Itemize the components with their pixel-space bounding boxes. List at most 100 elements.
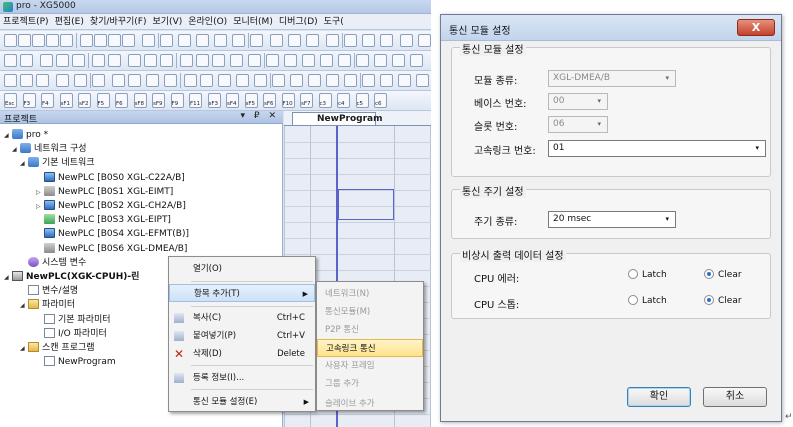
menu-item[interactable]: 온라인(O) <box>185 14 230 30</box>
toolbar-button[interactable] <box>416 74 429 87</box>
toolbar-button[interactable] <box>160 34 173 47</box>
toolbar-button[interactable] <box>356 54 369 67</box>
toolbar-button[interactable] <box>160 54 173 67</box>
toolbar-button[interactable] <box>92 74 105 87</box>
dialog-close-button[interactable]: X <box>737 19 775 36</box>
expand-arrow-icon[interactable]: ▷ <box>36 185 44 200</box>
toolbar-button[interactable] <box>72 54 85 67</box>
toolbar-button[interactable] <box>144 54 157 67</box>
toolbar-button[interactable] <box>400 34 413 47</box>
toolbar-button[interactable] <box>128 54 141 67</box>
expand-arrow-icon[interactable]: ◢ <box>20 298 28 313</box>
cpu-stop-latch-radio[interactable]: Latch <box>628 295 667 306</box>
context-menu-item[interactable]: ✕ 삭제(D) Delete <box>169 345 315 363</box>
toolbar-button[interactable] <box>56 74 69 87</box>
tree-item[interactable]: ◢ 네트워크 구성 <box>12 142 87 157</box>
toolbar-button[interactable] <box>344 34 357 47</box>
expand-arrow-icon[interactable]: ◢ <box>12 142 20 157</box>
tree-item[interactable]: ▷ NewPLC [B0S2 XGL-CH2A/B] <box>36 199 186 214</box>
expand-arrow-icon[interactable]: ◢ <box>4 128 12 143</box>
menu-item[interactable]: 디버그(D) <box>276 14 321 30</box>
toolbar-button[interactable] <box>18 34 31 47</box>
toolbar-button[interactable] <box>108 54 121 67</box>
toolbar-button[interactable] <box>20 74 33 87</box>
menu-item[interactable]: 프로젝트(P) <box>0 14 52 30</box>
toolbar-button[interactable] <box>254 74 267 87</box>
toolbar-button[interactable] <box>306 34 319 47</box>
context-menu-item[interactable]: 등록 정보(I)... <box>169 369 315 387</box>
toolbar-button[interactable] <box>272 74 285 87</box>
panel-controls[interactable]: ▾ ₽ ✕ <box>240 111 279 121</box>
menu-item[interactable]: 도구( <box>321 14 347 30</box>
tree-item[interactable]: ◢ NewPLC(XGK-CPUH)-린 <box>4 270 139 285</box>
toolbar-button[interactable] <box>92 54 105 67</box>
toolbar-button[interactable] <box>122 34 135 47</box>
toolbar-button[interactable] <box>344 74 357 87</box>
toolbar-button[interactable] <box>142 34 155 47</box>
toolbar-button[interactable] <box>4 34 17 47</box>
toolbar-button[interactable] <box>108 34 121 47</box>
toolbar-button[interactable] <box>128 74 141 87</box>
context-menu-item[interactable]: 복사(C) Ctrl+C <box>169 309 315 327</box>
toolbar-button[interactable] <box>60 34 73 47</box>
expand-arrow-icon[interactable]: ◢ <box>20 156 28 171</box>
toolbar-button[interactable] <box>398 74 411 87</box>
toolbar-button[interactable] <box>288 34 301 47</box>
toolbar-button[interactable] <box>232 34 245 47</box>
toolbar-button[interactable] <box>236 74 249 87</box>
toolbar-button[interactable] <box>338 54 351 67</box>
expand-arrow-icon[interactable]: ▷ <box>36 199 44 214</box>
toolbar-button[interactable] <box>308 74 321 87</box>
cancel-button[interactable]: 취소 <box>703 387 767 407</box>
toolbar-button[interactable] <box>164 74 177 87</box>
expand-arrow-icon[interactable]: ◢ <box>20 341 28 356</box>
context-menu-item[interactable]: 항목 추가(T) ▶ <box>169 284 315 302</box>
cpu-error-clear-radio[interactable]: Clear <box>704 269 742 280</box>
toolbar-button[interactable] <box>284 54 297 67</box>
tree-item[interactable]: NewProgram <box>36 355 116 370</box>
tree-item[interactable]: I/O 파라미터 <box>36 327 107 342</box>
toolbar-button[interactable] <box>40 54 53 67</box>
toolbar-button[interactable] <box>326 74 339 87</box>
toolbar-button[interactable] <box>392 54 405 67</box>
toolbar-button[interactable] <box>212 54 225 67</box>
toolbar-button[interactable] <box>266 54 279 67</box>
tree-item[interactable]: 변수/설명 <box>20 284 78 299</box>
toolbar-button[interactable] <box>214 34 227 47</box>
toolbar-button[interactable] <box>362 34 375 47</box>
toolbar-button[interactable] <box>380 34 393 47</box>
toolbar-button[interactable] <box>196 34 209 47</box>
toolbar-button[interactable] <box>146 74 159 87</box>
tree-item[interactable]: ◢ 기본 네트워크 <box>20 156 95 171</box>
toolbar-button[interactable] <box>74 74 87 87</box>
cpu-error-latch-radio[interactable]: Latch <box>628 269 667 280</box>
toolbar-button[interactable] <box>20 54 33 67</box>
toolbar-button[interactable] <box>196 54 209 67</box>
menu-item[interactable]: 찾기/바꾸기(F) <box>87 14 150 30</box>
toolbar-button[interactable] <box>46 34 59 47</box>
toolbar-button[interactable] <box>4 74 17 87</box>
toolbar-button[interactable] <box>230 54 243 67</box>
toolbar-button[interactable] <box>180 54 193 67</box>
menu-item[interactable]: 편집(E) <box>52 14 87 30</box>
expand-arrow-icon[interactable]: ◢ <box>4 270 12 285</box>
toolbar-button[interactable] <box>80 34 93 47</box>
toolbar-button[interactable] <box>270 34 283 47</box>
toolbar-button[interactable] <box>200 74 213 87</box>
toolbar-button[interactable] <box>56 54 69 67</box>
toolbar-button[interactable] <box>362 74 375 87</box>
tree-item[interactable]: ▷ NewPLC [B0S1 XGL-EIMT] <box>36 185 173 200</box>
tree-item[interactable]: ◢ 스캔 프로그램 <box>20 341 95 356</box>
toolbar-button[interactable] <box>374 54 387 67</box>
tree-item[interactable]: NewPLC [B0S4 XGL-EFMT(B)] <box>36 227 189 242</box>
toolbar-button[interactable] <box>32 34 45 47</box>
toolbar-button[interactable] <box>418 34 431 47</box>
toolbar-button[interactable] <box>290 74 303 87</box>
toolbar-button[interactable] <box>410 54 423 67</box>
toolbar-button[interactable] <box>380 74 393 87</box>
context-menu-item[interactable]: 붙여넣기(P) Ctrl+V <box>169 327 315 345</box>
toolbar-button[interactable] <box>248 54 261 67</box>
cpu-stop-clear-radio[interactable]: Clear <box>704 295 742 306</box>
context-menu-item[interactable]: 통신 모듈 설정(E) ▶ <box>169 393 315 411</box>
tree-item[interactable]: NewPLC [B0S3 XGL-EIPT] <box>36 213 171 228</box>
